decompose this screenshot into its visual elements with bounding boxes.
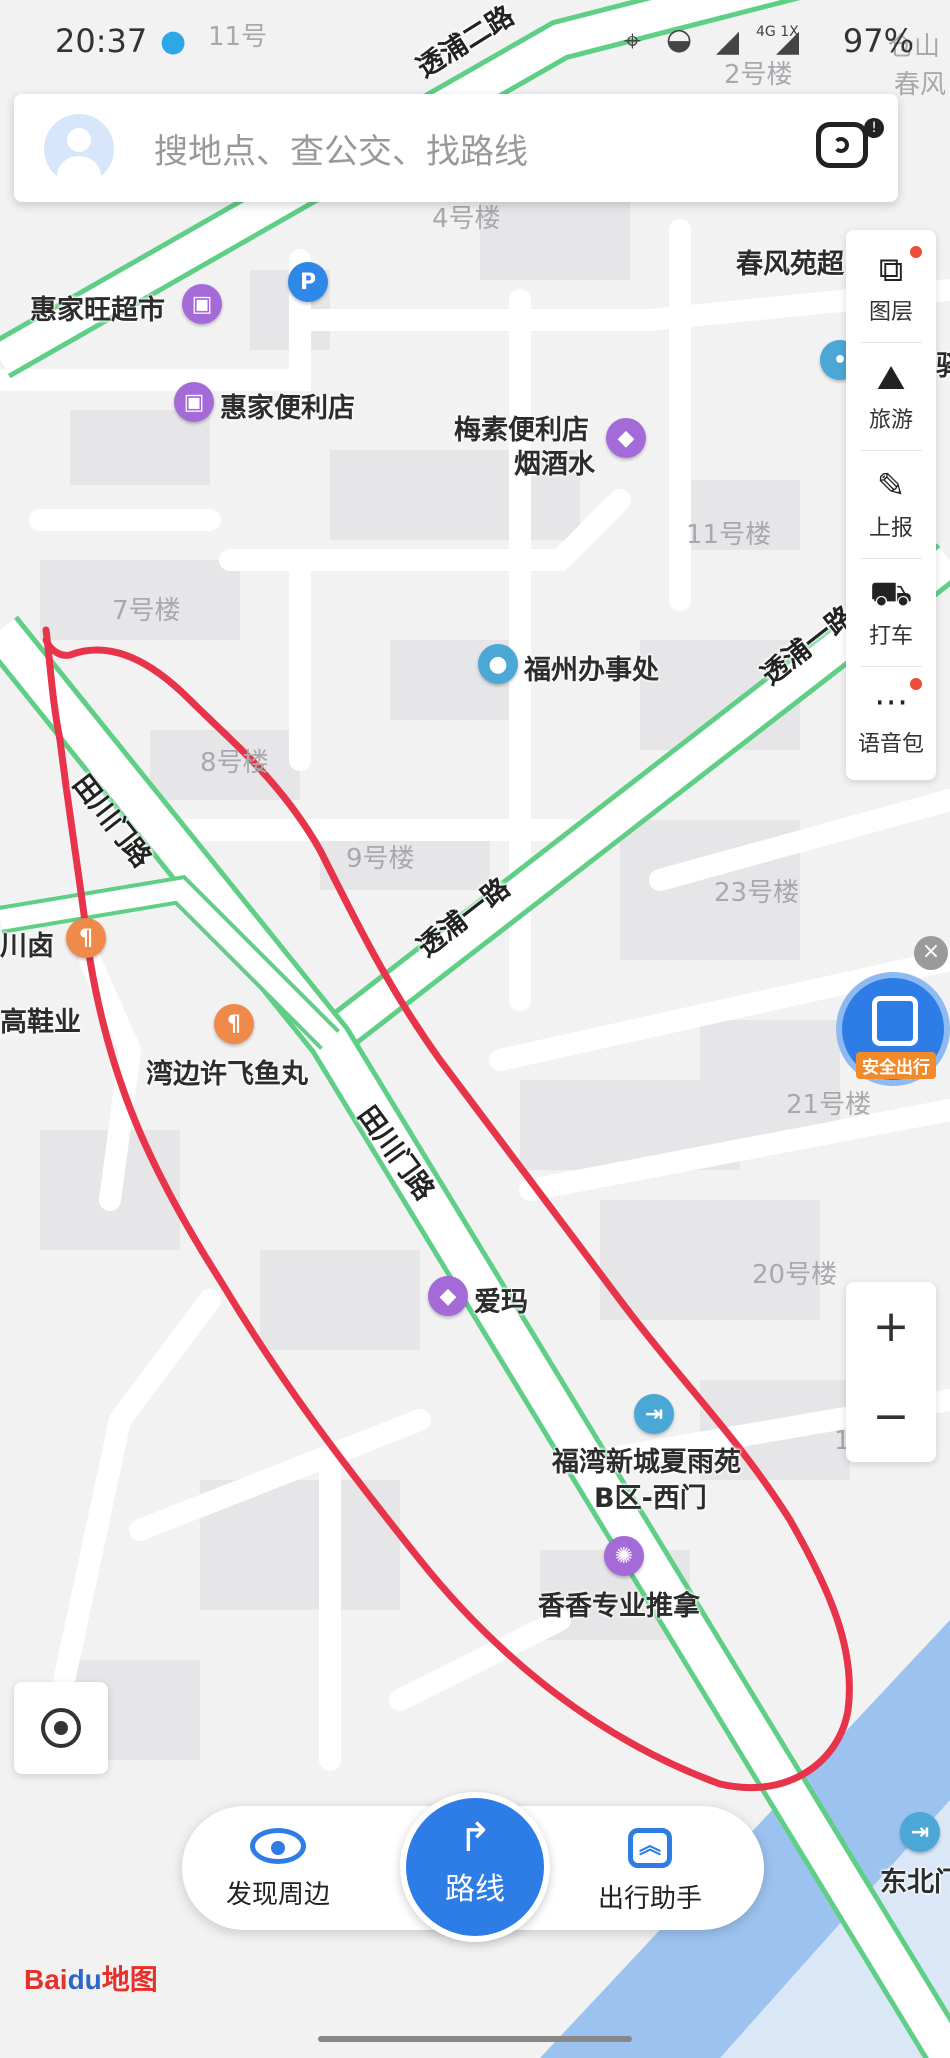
place-pin-icon[interactable]: ●: [478, 644, 518, 684]
notification-badge: !: [864, 118, 884, 138]
travel-icon: ⛰: [876, 358, 906, 398]
voice-pack-button[interactable]: ⋯ 语音包: [846, 670, 936, 770]
poi-label[interactable]: 爱玛: [474, 1280, 528, 1319]
zoom-control: + −: [846, 1282, 936, 1462]
turn-arrow-icon: ↱: [458, 1815, 492, 1861]
report-button[interactable]: ✎ 上报: [846, 454, 936, 554]
logo-text: 地图: [101, 1964, 158, 1995]
poi-label[interactable]: 福湾新城夏雨苑: [552, 1440, 741, 1479]
route-label: 路线: [445, 1872, 505, 1907]
taxi-icon: ⛟: [869, 574, 913, 614]
taxi-button[interactable]: ⛟ 打车: [846, 562, 936, 662]
home-indicator[interactable]: [318, 2036, 632, 2042]
zoom-in-button[interactable]: +: [846, 1282, 936, 1372]
signal-icon: ◢: [776, 24, 800, 59]
logo-text: du: [67, 1964, 102, 1995]
close-icon[interactable]: ×: [914, 936, 948, 970]
massage-icon[interactable]: ✺: [604, 1536, 644, 1576]
tool-label: 上报: [868, 516, 913, 541]
new-dot: [910, 246, 922, 258]
safety-travel-button[interactable]: 安全出行: [836, 972, 950, 1086]
avatar[interactable]: [44, 114, 114, 184]
discover-nearby-button[interactable]: 发现周边: [208, 1828, 348, 1911]
baidu-map-logo: Baidu地图: [24, 1958, 158, 1998]
layers-icon: ⧉: [878, 250, 904, 290]
poi-label[interactable]: 惠家便利店: [220, 386, 355, 425]
shop-icon[interactable]: ▣: [174, 382, 214, 422]
building-label: 23号楼: [714, 878, 800, 908]
status-bar: 20:37 ● ⌖ ◒ ◢ 4G 1X ◢ 97%: [0, 0, 950, 80]
restaurant-icon[interactable]: ¶: [214, 1004, 254, 1044]
poi-label[interactable]: 春风苑超: [736, 242, 844, 281]
shop-icon[interactable]: ▣: [182, 284, 222, 324]
location-icon: ⌖: [624, 24, 641, 59]
gate-icon[interactable]: ⇥: [900, 1812, 940, 1852]
tool-label: 打车: [868, 624, 913, 649]
search-input[interactable]: 搜地点、查公交、找路线: [154, 124, 528, 173]
gate-icon[interactable]: ⇥: [634, 1394, 674, 1434]
assistant-icon: ︽: [628, 1828, 672, 1868]
new-dot: [910, 678, 922, 690]
poi-label[interactable]: 惠家旺超市: [30, 288, 165, 327]
voice-pack-icon: ⋯: [874, 682, 908, 722]
shopping-bag-icon[interactable]: ◆: [428, 1276, 468, 1316]
travel-button[interactable]: ⛰ 旅游: [846, 346, 936, 446]
building-label: 8号楼: [200, 748, 269, 778]
building-label: 4号楼: [432, 204, 501, 234]
tool-label: 图层: [868, 300, 913, 325]
nav-label: 发现周边: [225, 1880, 330, 1910]
building-label: 21号楼: [786, 1090, 872, 1120]
shopping-bag-icon[interactable]: ◆: [606, 418, 646, 458]
poi-label[interactable]: 湾边许飞鱼丸: [146, 1052, 308, 1091]
report-icon: ✎: [876, 466, 906, 506]
bus-icon: [872, 996, 918, 1046]
poi-label[interactable]: 香香专业推拿: [538, 1584, 700, 1623]
food-icon[interactable]: ¶: [66, 918, 106, 958]
poi-label[interactable]: 高鞋业: [0, 1000, 81, 1039]
map-tools-panel: ⧉ 图层 ⛰ 旅游 ✎ 上报 ⛟ 打车 ⋯ 语音包: [846, 230, 936, 780]
poi-label[interactable]: 川卤: [0, 924, 54, 963]
poi-label[interactable]: 驿: [936, 344, 950, 383]
building-label: 11号楼: [686, 520, 772, 550]
layers-button[interactable]: ⧉ 图层: [846, 238, 936, 338]
poi-label[interactable]: 福州办事处: [524, 648, 659, 687]
search-bar[interactable]: 搜地点、查公交、找路线 !: [14, 94, 898, 202]
building-label: 9号楼: [346, 844, 415, 874]
poi-label[interactable]: 烟酒水: [514, 442, 595, 481]
signal-icon: ◢: [716, 24, 740, 59]
travel-assistant-button[interactable]: ︽ 出行助手: [580, 1828, 720, 1915]
building-label: 7号楼: [112, 596, 181, 626]
assistant-robot-icon[interactable]: [816, 122, 868, 168]
battery-level: 97%: [842, 22, 914, 60]
tool-label: 旅游: [868, 408, 913, 433]
eye-icon: [250, 1828, 306, 1864]
crosshair-icon: [41, 1708, 81, 1748]
locate-button[interactable]: [14, 1682, 108, 1774]
poi-label[interactable]: B区-西门: [594, 1476, 707, 1515]
building-label: 20号楼: [752, 1260, 838, 1290]
safety-label: 安全出行: [856, 1052, 936, 1079]
zoom-out-button[interactable]: −: [846, 1372, 936, 1462]
poi-label[interactable]: 东北门: [880, 1860, 950, 1899]
qq-icon: ●: [160, 24, 187, 59]
logo-text: Bai: [24, 1964, 68, 1995]
wifi-icon: ◒: [666, 22, 693, 57]
route-button[interactable]: ↱ 路线: [400, 1792, 550, 1942]
parking-icon[interactable]: P: [288, 262, 328, 302]
tool-label: 语音包: [857, 732, 924, 757]
nav-label: 出行助手: [597, 1884, 702, 1914]
status-time: 20:37: [55, 22, 148, 60]
